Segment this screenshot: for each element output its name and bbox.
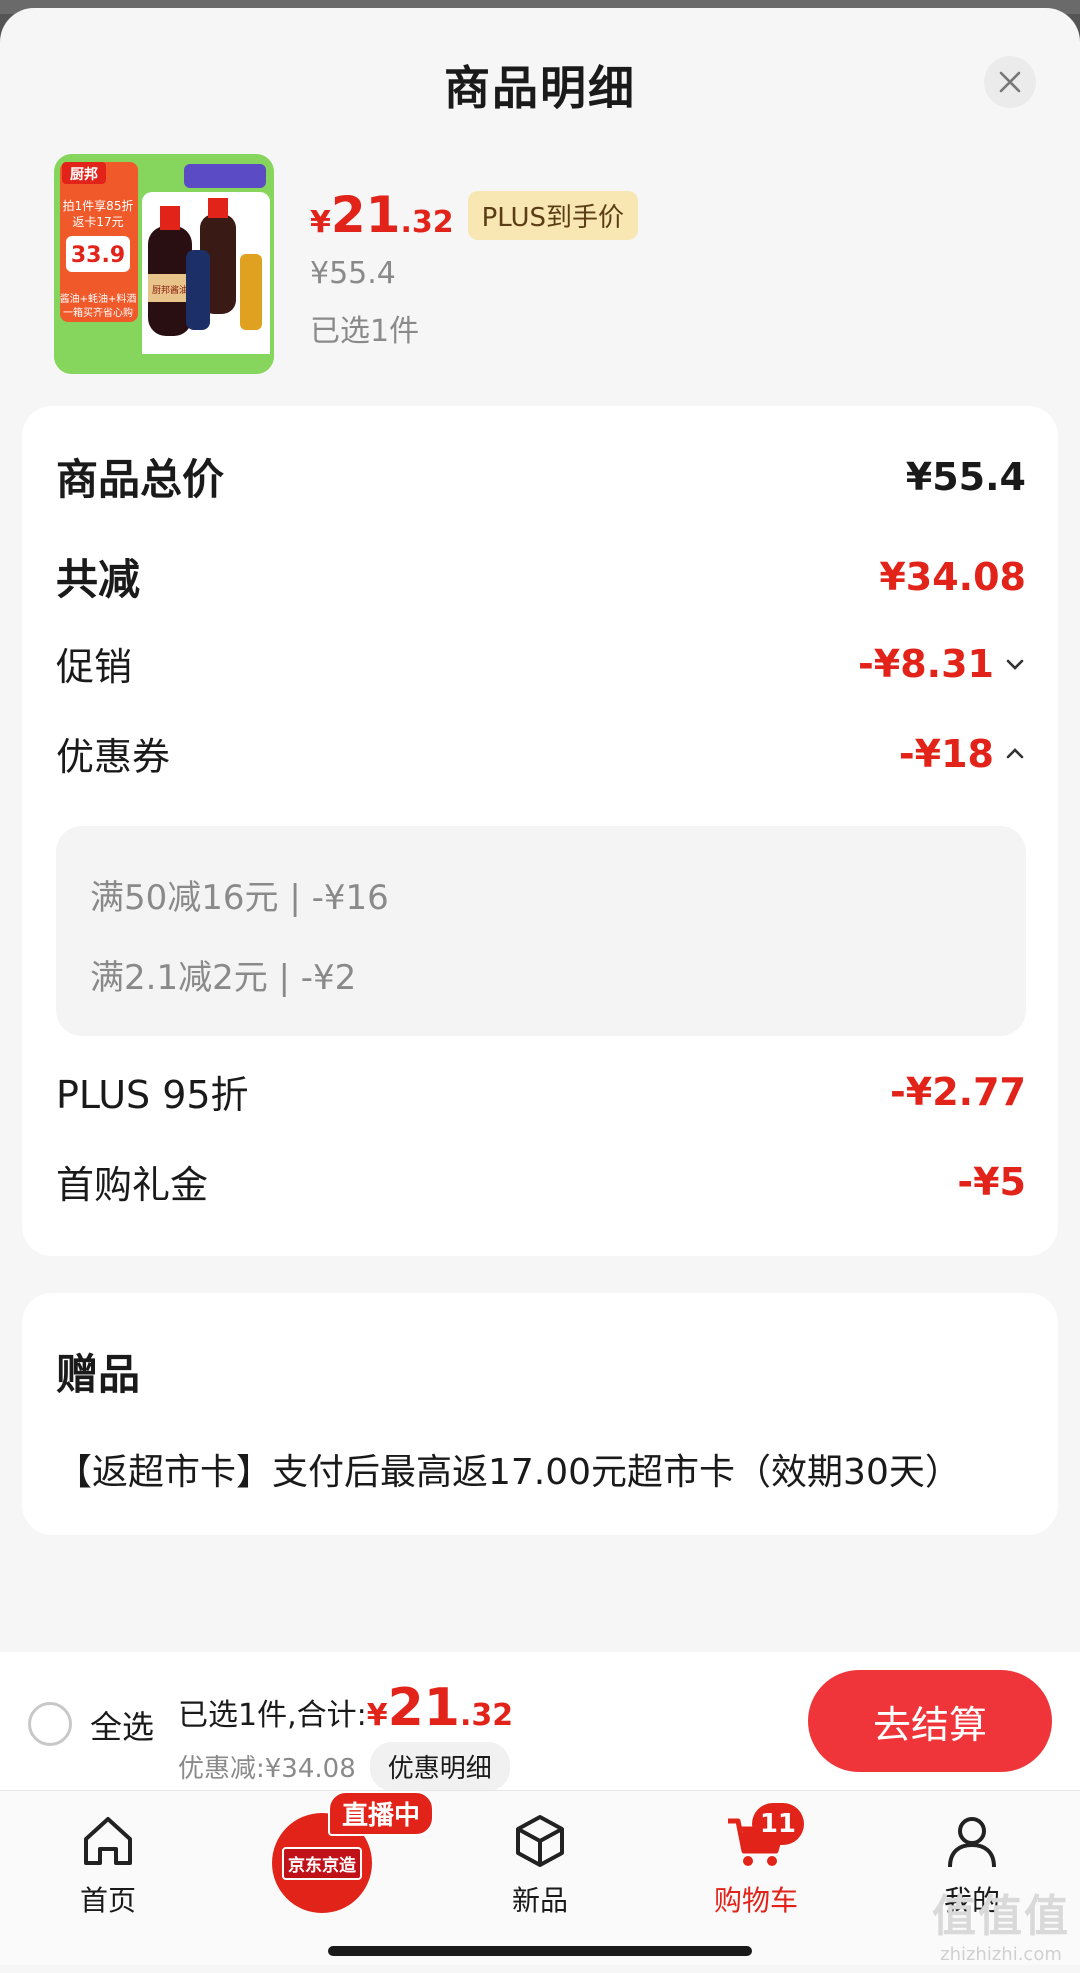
gift-description: 【返超市卡】支付后最高返17.00元超市卡（效期30天） [56, 1452, 961, 1493]
cart-count-badge: 11 [751, 1803, 804, 1845]
summary-prefix: 已选1件,合计: [178, 1698, 367, 1733]
discount-detail-button[interactable]: 优惠明细 [369, 1742, 510, 1791]
thumb-brand: 厨邦 [70, 166, 98, 183]
coupon-item: 满2.1减2元 | -¥2 [90, 958, 357, 998]
total-integer: 21 [387, 1678, 460, 1738]
gift-title: 赠品 [56, 1350, 141, 1399]
original-price: ¥55.4 [310, 256, 396, 291]
price-decimal: .32 [400, 205, 454, 240]
total-price-row: 商品总价 ¥55.4 [56, 446, 1026, 507]
tab-new[interactable]: 新品 [470, 1809, 610, 1919]
thumb-promo-price: 33.9 [71, 243, 125, 268]
tab-cart-label: 购物车 [713, 1884, 798, 1917]
total-price-label: 商品总价 [56, 455, 225, 504]
thumb-bottle-label: 厨邦酱油 [152, 284, 188, 296]
plus-discount-value: -¥2.77 [890, 1069, 1026, 1114]
product-thumbnail[interactable]: 厨邦 拍1件享85折 返卡17元 33.9 酱油+蚝油+料酒 一箱买齐省心购 厨… [54, 154, 274, 374]
watermark: 值值值 zhizhizhi.com [932, 1880, 1070, 1965]
coupon-list: 满50减16元 | -¥16 满2.1减2元 | -¥2 [56, 826, 1026, 1036]
jingzao-logo: 京东京造 [282, 1846, 362, 1880]
first-buy-value: -¥5 [957, 1159, 1026, 1204]
select-all-label[interactable]: 全选 [90, 1702, 154, 1748]
user-icon [948, 1817, 996, 1868]
coupon-value: -¥18 [898, 731, 994, 776]
coupon-row[interactable]: 优惠券 -¥18 [56, 726, 1026, 781]
coupon-item: 满50减16元 | -¥16 [90, 878, 389, 918]
total-reduce-value: ¥34.08 [879, 554, 1026, 599]
thumb-promo-bottom2: 一箱买齐省心购 [63, 306, 133, 319]
thumb-promo-line1: 拍1件享85折 [63, 198, 134, 213]
thumb-promo-line2: 返卡17元 [72, 215, 123, 229]
tab-home-label: 首页 [79, 1884, 136, 1917]
promotion-value: -¥8.31 [858, 641, 994, 686]
price-currency: ¥ [310, 205, 331, 240]
box-icon [516, 1815, 564, 1867]
close-icon [999, 71, 1021, 93]
first-buy-row: 首购礼金 -¥5 [56, 1154, 1026, 1209]
checkout-button[interactable]: 去结算 [808, 1670, 1052, 1772]
total-reduce-row: 共减 ¥34.08 [56, 546, 1026, 607]
bottom-tab-bar: 首页 京东京造 直播中 新品 11 购物车 我的 [0, 1790, 1080, 1965]
first-buy-label: 首购礼金 [56, 1163, 209, 1207]
discount-text: 优惠减:¥34.08 [178, 1754, 356, 1784]
checkout-bar: 全选 已选1件,合计: ¥ 21 .32 优惠减:¥34.08 优惠明细 去结算 [0, 1652, 1080, 1791]
live-badge: 直播中 [328, 1791, 435, 1836]
watermark-logo: 值值值 [932, 1891, 1070, 1942]
total-price-value: ¥55.4 [905, 454, 1026, 499]
total-decimal: .32 [459, 1698, 514, 1733]
plus-price-tag: PLUS到手价 [467, 191, 639, 240]
tab-cart[interactable]: 11 购物车 [686, 1803, 826, 1919]
close-button[interactable] [984, 56, 1036, 108]
sheet-title: 商品明细 [444, 61, 636, 115]
chevron-up-icon[interactable] [1004, 743, 1026, 765]
total-reduce-label: 共减 [56, 555, 141, 604]
gift-card: 赠品 【返超市卡】支付后最高返17.00元超市卡（效期30天） [22, 1293, 1058, 1535]
watermark-text: zhizhizhi.com [940, 1944, 1062, 1965]
thumb-promo-bottom1: 酱油+蚝油+料酒 [60, 292, 137, 305]
selected-count: 已选1件 [310, 314, 420, 349]
select-all-checkbox[interactable] [28, 1702, 72, 1746]
plus-discount-label: PLUS 95折 [56, 1073, 249, 1117]
discount-summary: 优惠减:¥34.08 优惠明细 [178, 1742, 510, 1791]
tab-home[interactable]: 首页 [38, 1809, 178, 1919]
coupon-label: 优惠券 [56, 735, 171, 779]
home-indicator [328, 1946, 752, 1956]
price-integer: 21 [330, 186, 401, 244]
total-currency: ¥ [366, 1698, 388, 1733]
total-summary: 已选1件,合计: ¥ 21 .32 [178, 1678, 513, 1738]
price-detail-card: 商品总价 ¥55.4 共减 ¥34.08 促销 -¥8.31 优惠券 -¥18 [22, 406, 1058, 1256]
product-price: ¥ 21 .32 PLUS到手价 [310, 186, 639, 246]
chevron-down-icon[interactable] [1004, 653, 1026, 675]
promotion-label: 促销 [56, 645, 133, 689]
plus-discount-row: PLUS 95折 -¥2.77 [56, 1064, 1026, 1119]
tab-new-label: 新品 [511, 1884, 568, 1917]
home-icon [84, 1817, 132, 1865]
promotion-row[interactable]: 促销 -¥8.31 [56, 636, 1026, 691]
